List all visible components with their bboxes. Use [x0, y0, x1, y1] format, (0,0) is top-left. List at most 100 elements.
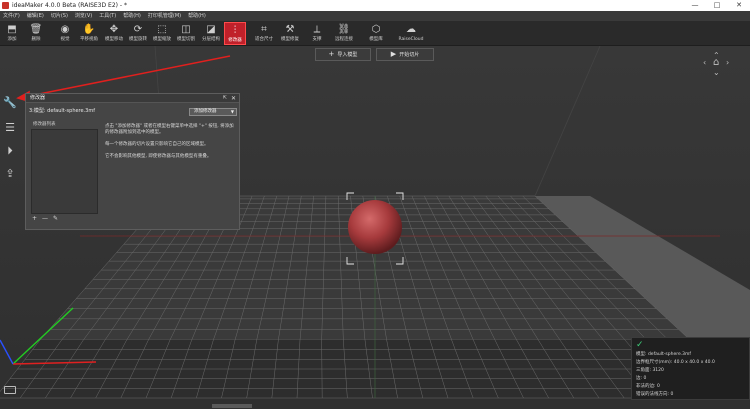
support-tool-label: 支撑 — [312, 37, 322, 42]
nav-left-icon[interactable]: ‹ — [703, 59, 706, 67]
minimize-button[interactable]: — — [684, 0, 706, 11]
remote-tool-label: 远程连接 — [335, 37, 353, 42]
close-window-button[interactable]: ✕ — [728, 0, 750, 11]
cloud-tool-button[interactable]: ☁ RaiseCloud — [396, 22, 426, 45]
modifier-help-text: 点击 "添加修改器" 或者在模型右键菜单中选择 "+" 按钮, 将添加的修改器附… — [105, 124, 235, 166]
menu-file[interactable]: 文件(F) — [3, 11, 20, 21]
menu-edit[interactable]: 编辑(E) — [27, 11, 44, 21]
move-tool-button[interactable]: ✥ 模型移动 — [103, 22, 125, 45]
info-bounding-box: 边界框尺寸(mm): 40.0 x 40.0 x 40.0 — [636, 360, 715, 365]
export-icon[interactable]: ⇪ — [3, 167, 17, 181]
rotate-tool-button[interactable]: ⟳ 模型旋转 — [127, 22, 149, 45]
modifier-panel: 修改器 ⇱ ✕ 3:模型: default-sphere.3mf 添加修改器 ▼… — [25, 93, 240, 230]
delete-tool-label: 删除 — [31, 37, 41, 42]
pan-tool-label: 平移视角 — [80, 37, 98, 42]
undock-icon[interactable]: ⇱ — [223, 94, 227, 103]
home-view-icon[interactable]: ⌂ — [713, 58, 719, 68]
info-wrong-normals: 错误的法线方向: 0 — [636, 392, 674, 397]
layers-icon: ◪ — [206, 24, 216, 35]
scale-tool-button[interactable]: ⬚ 模型缩放 — [151, 22, 173, 45]
model-info-panel: ✓ 模型: default-sphere.3mf 边界框尺寸(mm): 40.0… — [631, 337, 750, 400]
menu-printer-manage[interactable]: 打印机管理(M) — [148, 11, 181, 21]
info-invalid-edges: 非法的边: 0 — [636, 384, 660, 389]
move-tool-label: 模型移动 — [105, 37, 123, 42]
list-icon[interactable]: ☰ — [3, 121, 17, 135]
support-tool-button[interactable]: ⟂ 支撑 — [308, 22, 326, 45]
info-edges: 边: 0 — [636, 376, 647, 381]
maximize-button[interactable]: □ — [706, 0, 728, 11]
fit-icon: ⌗ — [261, 24, 267, 35]
window-title: ideaMaker 4.0.0 Beta (RAISE3D E2) - * — [12, 2, 127, 9]
wrench-icon[interactable]: 🔧 — [3, 96, 17, 110]
start-slice-label: 开始切片 — [399, 52, 420, 58]
cut-tool-label: 模型切割 — [177, 37, 195, 42]
sphere-model[interactable] — [348, 200, 402, 254]
check-icon: ✓ — [636, 340, 644, 350]
app-window: ideaMaker 4.0.0 Beta (RAISE3D E2) - * — … — [0, 0, 750, 409]
add-tool-button[interactable]: ⬒ 添加 — [2, 22, 22, 45]
fit-tool-label: 适合尺寸 — [255, 37, 273, 42]
import-icon: ⬒ — [7, 24, 17, 35]
rotate-tool-label: 模型旋转 — [129, 37, 147, 42]
menu-tools[interactable]: 工具(T) — [99, 11, 116, 21]
keyboard-icon[interactable] — [4, 386, 16, 394]
remove-icon[interactable]: — — [42, 215, 48, 222]
cut-tool-button[interactable]: ◫ 模型切割 — [175, 22, 197, 45]
start-slice-button[interactable]: ▶ 开始切片 — [376, 48, 434, 61]
nav-right-icon[interactable]: › — [726, 59, 729, 67]
help-line-3: 它不会影响其他模型, 即使修改器与其他模型有重叠。 — [105, 154, 212, 159]
app-logo-icon — [2, 2, 9, 9]
main-toolbar: ⬒ 添加 🗑 删除 ◉ 视觉 ✋ 平移视角 ✥ 模型移动 ⟳ 模型旋转 ⬚ 模型… — [0, 21, 750, 46]
modifier-tool-label: 修改器 — [228, 38, 242, 43]
modifier-list[interactable] — [31, 129, 98, 214]
menu-help-2[interactable]: 帮助(H) — [188, 11, 206, 21]
plus-icon: + — [328, 50, 335, 58]
menu-slice[interactable]: 切片(S) — [51, 11, 68, 21]
move-icon: ✥ — [109, 24, 119, 35]
modifier-list-title: 修改器列表 — [33, 122, 56, 127]
horizontal-scrollbar[interactable] — [212, 404, 252, 408]
cloud-tool-label: RaiseCloud — [398, 37, 424, 42]
nav-down-icon[interactable]: ⌄ — [713, 69, 720, 77]
edit-icon[interactable]: ✎ — [53, 215, 58, 222]
menu-help[interactable]: 帮助(H) — [123, 11, 141, 21]
scale-tool-label: 模型缩放 — [153, 37, 171, 42]
repair-tool-label: 模型修复 — [281, 37, 299, 42]
model-name-label: 3:模型: default-sphere.3mf — [29, 108, 95, 114]
add-icon[interactable]: + — [32, 215, 37, 222]
hand-icon: ✋ — [82, 24, 96, 35]
info-triangles: 三角面: 3120 — [636, 368, 664, 373]
add-modifier-button[interactable]: 添加修改器 ▼ — [189, 108, 237, 116]
hex-icon: ⬡ — [371, 24, 381, 35]
trash-icon: 🗑 — [29, 24, 43, 35]
repair-tool-button[interactable]: ⚒ 模型修复 — [279, 22, 301, 45]
import-model-button[interactable]: + 导入模型 — [315, 48, 371, 61]
modifier-panel-header: 修改器 ⇱ ✕ — [26, 94, 239, 103]
link-icon: ⛓ — [337, 24, 351, 35]
scale-icon: ⬚ — [157, 24, 167, 35]
chevron-down-icon: ▼ — [230, 109, 234, 114]
split-tool-label: 分层结构 — [202, 37, 220, 42]
fit-tool-button[interactable]: ⌗ 适合尺寸 — [253, 22, 275, 45]
menu-bar: 文件(F) 编辑(E) 切片(S) 浏览(V) 工具(T) 帮助(H) 打印机管… — [0, 11, 750, 21]
close-panel-button[interactable]: ✕ — [231, 94, 236, 103]
play-circle-icon[interactable]: ⏵ — [3, 144, 17, 158]
play-icon: ▶ — [390, 50, 397, 58]
help-line-1: 点击 "添加修改器" 或者在模型右键菜单中选择 "+" 按钮, 将添加的修改器附… — [105, 124, 234, 135]
modifier-tool-button[interactable]: ⫶ 修改器 — [224, 22, 246, 45]
pan-tool-button[interactable]: ✋ 平移视角 — [78, 22, 100, 45]
modifier-panel-title: 修改器 — [30, 95, 46, 101]
support-icon: ⟂ — [313, 24, 321, 35]
split-tool-button[interactable]: ◪ 分层结构 — [200, 22, 222, 45]
rotate-icon: ⟳ — [133, 24, 143, 35]
modifier-icon: ⫶ — [233, 25, 237, 36]
repair-icon: ⚒ — [285, 24, 295, 35]
gallery-tool-label: 模型库 — [369, 37, 383, 42]
help-line-2: 每一个修改器的切片设置只影响它自己的区域模型。 — [105, 142, 209, 147]
remote-tool-button[interactable]: ⛓ 远程连接 — [333, 22, 355, 45]
gallery-tool-button[interactable]: ⬡ 模型库 — [366, 22, 386, 45]
menu-view[interactable]: 浏览(V) — [75, 11, 92, 21]
eye-icon: ◉ — [60, 24, 70, 35]
view-tool-button[interactable]: ◉ 视觉 — [54, 22, 76, 45]
delete-tool-button[interactable]: 🗑 删除 — [26, 22, 46, 45]
